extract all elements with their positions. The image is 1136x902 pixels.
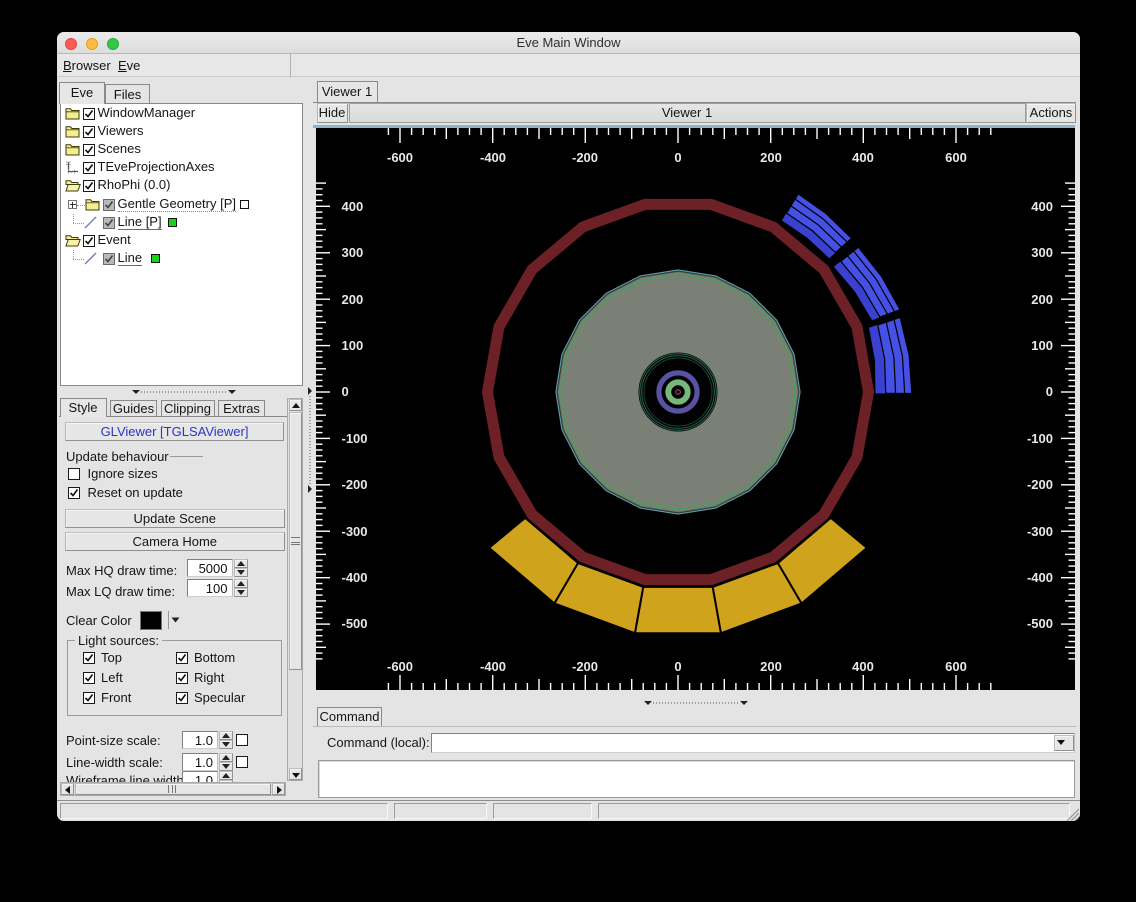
svg-text:-100: -100 (1027, 431, 1053, 446)
svg-text:-200: -200 (572, 659, 598, 674)
svg-text:-300: -300 (1027, 524, 1053, 539)
svg-text:-200: -200 (572, 150, 598, 165)
svg-text:100: 100 (342, 338, 364, 353)
svg-text:-400: -400 (1027, 570, 1053, 585)
svg-text:200: 200 (1031, 292, 1053, 307)
svg-text:-500: -500 (1027, 616, 1053, 631)
svg-text:200: 200 (760, 150, 782, 165)
svg-text:-100: -100 (342, 431, 368, 446)
svg-text:-200: -200 (1027, 477, 1053, 492)
svg-text:100: 100 (1031, 338, 1053, 353)
svg-text:-600: -600 (387, 659, 413, 674)
svg-text:200: 200 (342, 292, 364, 307)
svg-text:300: 300 (1031, 245, 1053, 260)
svg-text:0: 0 (342, 384, 349, 399)
svg-text:0: 0 (1046, 384, 1053, 399)
svg-text:-400: -400 (342, 570, 368, 585)
svg-text:0: 0 (674, 150, 681, 165)
svg-text:-300: -300 (342, 524, 368, 539)
svg-text:400: 400 (1031, 199, 1053, 214)
svg-text:200: 200 (760, 659, 782, 674)
svg-text:400: 400 (852, 659, 874, 674)
svg-text:400: 400 (852, 150, 874, 165)
svg-text:-200: -200 (342, 477, 368, 492)
svg-text:400: 400 (342, 199, 364, 214)
svg-text:-400: -400 (480, 150, 506, 165)
svg-text:0: 0 (674, 659, 681, 674)
svg-text:-400: -400 (480, 659, 506, 674)
svg-text:-600: -600 (387, 150, 413, 165)
svg-text:-500: -500 (342, 616, 368, 631)
svg-text:600: 600 (945, 659, 967, 674)
svg-text:600: 600 (945, 150, 967, 165)
svg-text:300: 300 (342, 245, 364, 260)
